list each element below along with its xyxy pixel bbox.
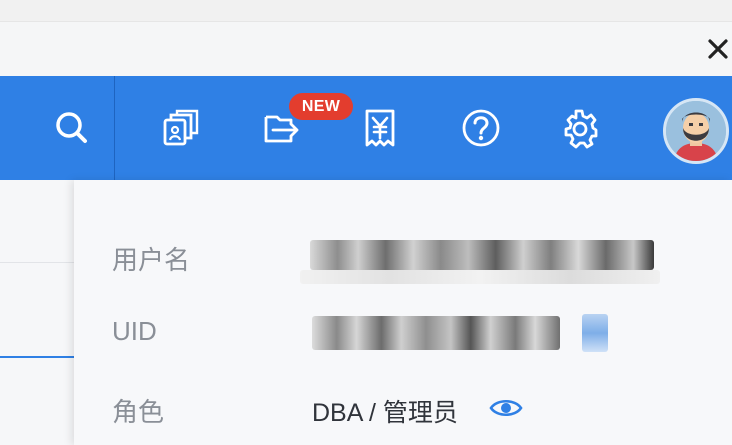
help-icon [462,109,500,147]
search-icon [56,112,87,143]
yuan-receipt-icon [365,109,395,147]
uid-label: UID [112,316,157,346]
documents-button[interactable] [158,106,202,150]
copy-document-icon [163,109,199,146]
new-badge: NEW [289,93,353,120]
role-label: 角色 [112,397,165,427]
eye-icon[interactable] [489,396,523,420]
browser-top-strip [0,0,732,22]
user-avatar-icon [666,101,726,161]
sidebar-background [0,180,74,445]
search-button[interactable] [50,106,94,150]
window-bar [0,22,732,76]
copy-uid-icon[interactable] [582,314,608,352]
avatar[interactable] [663,98,729,164]
settings-button[interactable] [557,106,601,150]
username-label: 用户名 [112,245,191,275]
active-tab-indicator [0,356,74,358]
username-value-redacted [310,240,654,270]
role-value: DBA / 管理员 [312,399,458,427]
divider [0,262,74,263]
username-blur-shadow [300,270,660,284]
uid-value-redacted [312,316,560,350]
settings-icon [564,109,598,149]
close-icon[interactable] [702,30,730,66]
billing-button[interactable] [358,106,402,150]
help-button[interactable] [459,106,503,150]
header-divider [114,76,115,180]
